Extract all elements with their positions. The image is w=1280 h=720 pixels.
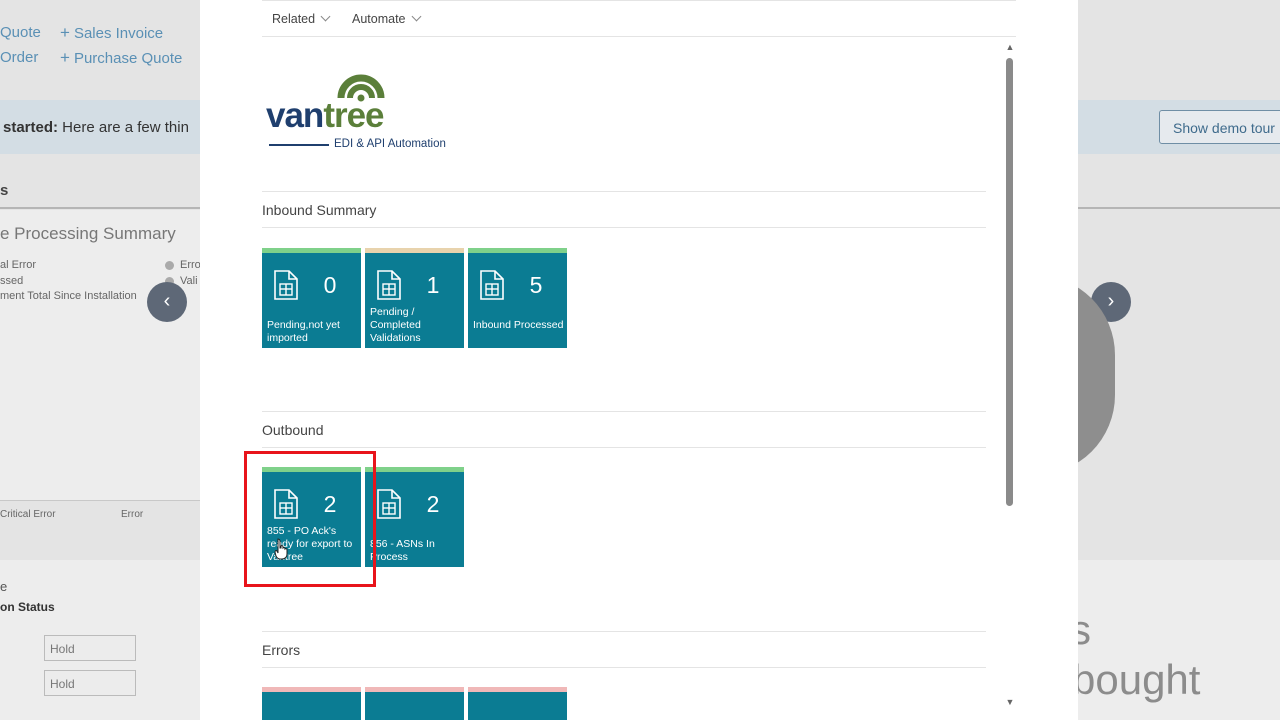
- tile-error[interactable]: [262, 687, 361, 720]
- tile-pending-completed-validations[interactable]: 1 Pending / Completed Validations: [365, 248, 464, 348]
- chevron-right-icon: ›: [1107, 290, 1115, 312]
- tile-count: 0: [323, 272, 337, 298]
- errors-title: Errors: [262, 642, 301, 658]
- document-icon: [480, 270, 504, 300]
- legend-item: Vali: [180, 275, 198, 287]
- tile-856-asns-in-process[interactable]: 2 856 - ASNs In Process: [365, 467, 464, 567]
- legend-item: ment Total Since Installation: [0, 290, 137, 302]
- purchase-quote-action[interactable]: + Purchase Quote: [60, 48, 182, 68]
- chevron-down-icon: [320, 11, 331, 22]
- divider: [262, 0, 1016, 1]
- order-action[interactable]: Order: [0, 49, 38, 67]
- divider: [0, 207, 200, 209]
- section-label: s: [0, 182, 9, 199]
- tile-error[interactable]: [468, 687, 567, 720]
- processing-summary-card: [0, 210, 200, 500]
- section-label: e: [0, 579, 8, 594]
- carousel-prev-button[interactable]: ‹: [147, 282, 187, 322]
- scroll-down-icon[interactable]: ▼: [1005, 697, 1015, 707]
- banner-text: started: Here are a few thin: [3, 119, 189, 136]
- vantree-dialog: Related Automate vantree EDI & API Autom…: [200, 0, 1078, 720]
- tile-status-bar: [468, 687, 567, 692]
- divider: [0, 500, 200, 501]
- logo-wordmark-tree: tree: [323, 96, 384, 135]
- document-icon: [274, 270, 298, 300]
- vantree-logo: vantree EDI & API Automation: [266, 56, 466, 156]
- logo-wordmark: vantree: [266, 96, 385, 136]
- tile-status-bar: [365, 687, 464, 692]
- divider: [262, 447, 986, 448]
- legend-dot: [165, 261, 174, 270]
- logo-wordmark-van: van: [266, 96, 324, 135]
- divider: [1078, 207, 1280, 209]
- tile-status-bar: [365, 248, 464, 253]
- hand-cursor-icon: [274, 538, 288, 560]
- tile-label: Pending,not yet imported: [267, 319, 340, 344]
- quote-action[interactable]: Quote: [0, 24, 41, 42]
- scrollbar-thumb[interactable]: [1006, 58, 1013, 506]
- divider: [262, 227, 986, 228]
- chevron-down-icon: [411, 11, 421, 22]
- divider: [262, 631, 986, 632]
- related-menu[interactable]: Related: [272, 11, 331, 26]
- document-icon: [377, 489, 401, 519]
- divider: [262, 667, 986, 668]
- tile-label: 856 - ASNs In Process: [370, 538, 435, 563]
- automate-menu[interactable]: Automate: [352, 11, 421, 26]
- status-field[interactable]: Hold: [44, 670, 136, 696]
- headline-fragment: bought: [1072, 656, 1201, 703]
- tile-error[interactable]: [365, 687, 464, 720]
- document-icon: [377, 270, 401, 300]
- legend-item: Erro: [180, 259, 201, 271]
- logo-tagline: EDI & API Automation: [334, 138, 446, 150]
- divider: [262, 36, 1016, 37]
- highlight-box: [244, 451, 376, 587]
- divider: [262, 411, 986, 412]
- processing-summary-title: e Processing Summary: [0, 224, 176, 243]
- sales-invoice-action[interactable]: + Sales Invoice: [60, 23, 163, 43]
- inbound-summary-title: Inbound Summary: [262, 202, 377, 218]
- legend-item: al Error: [0, 259, 37, 271]
- tile-status-bar: [262, 687, 361, 692]
- status-label: on Status: [0, 600, 55, 614]
- plus-icon: +: [60, 23, 70, 42]
- chevron-left-icon: ‹: [163, 290, 171, 312]
- tile-count: 2: [426, 491, 440, 517]
- scroll-up-icon[interactable]: ▲: [1005, 42, 1015, 52]
- outbound-title: Outbound: [262, 422, 324, 438]
- tile-status-bar: [262, 248, 361, 253]
- status-field[interactable]: Hold: [44, 635, 136, 661]
- legend-item: ssed: [0, 275, 24, 287]
- chart-axis-label: Error: [121, 509, 144, 520]
- tile-inbound-processed[interactable]: 5 Inbound Processed: [468, 248, 567, 348]
- plus-icon: +: [60, 48, 70, 67]
- tile-status-bar: [468, 248, 567, 253]
- show-demo-tour-button[interactable]: Show demo tour: [1159, 110, 1280, 144]
- tile-status-bar: [365, 467, 464, 472]
- tile-count: 5: [529, 272, 543, 298]
- divider: [262, 191, 986, 192]
- tile-label: Pending / Completed Validations: [370, 306, 421, 344]
- tile-label: Inbound Processed: [473, 319, 564, 331]
- tile-pending-not-imported[interactable]: 0 Pending,not yet imported: [262, 248, 361, 348]
- chart-axis-label: Critical Error: [0, 509, 56, 520]
- tile-count: 1: [426, 272, 440, 298]
